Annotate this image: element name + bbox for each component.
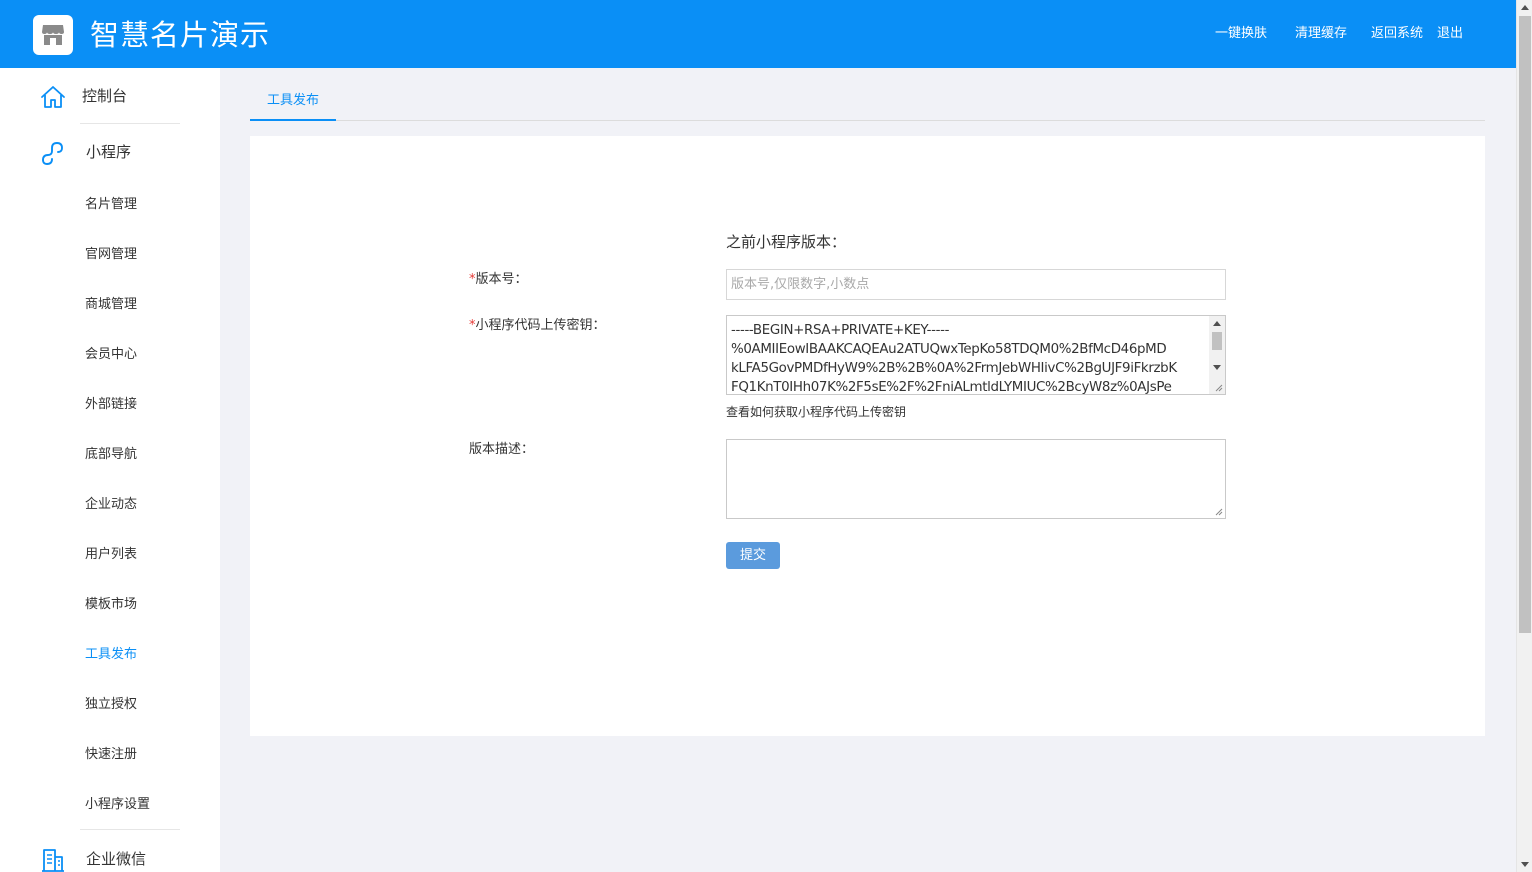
sidebar-item-bottom-nav[interactable]: 底部导航 xyxy=(85,446,137,464)
upload-key-label: *小程序代码上传密钥： xyxy=(469,318,606,333)
sidebar-item-member-center[interactable]: 会员中心 xyxy=(85,346,137,364)
sidebar-item-console[interactable]: 控制台 xyxy=(0,76,220,116)
page-scrollbar[interactable] xyxy=(1516,0,1532,872)
return-system-link[interactable]: 返回系统 xyxy=(1371,25,1423,43)
top-header: 智慧名片演示 一键换肤 清理缓存 返回系统 退出 xyxy=(0,0,1516,68)
app-title: 智慧名片演示 xyxy=(90,18,271,52)
store-icon xyxy=(42,25,64,45)
home-icon xyxy=(41,86,65,108)
sidebar-item-label: 控制台 xyxy=(82,87,128,105)
scrollbar-thumb[interactable] xyxy=(1519,16,1531,633)
scroll-up-arrow[interactable] xyxy=(1213,321,1221,326)
sidebar-item-quick-register[interactable]: 快速注册 xyxy=(85,746,137,764)
upload-key-value: -----BEGIN+RSA+PRIVATE+KEY----- %0AMIIEo… xyxy=(731,323,1177,395)
resize-grip-icon[interactable] xyxy=(1214,383,1223,392)
sidebar-item-external-links[interactable]: 外部链接 xyxy=(85,396,137,414)
description-textarea[interactable] xyxy=(726,439,1226,519)
scroll-down-arrow[interactable] xyxy=(1213,365,1221,370)
upload-key-textarea[interactable]: -----BEGIN+RSA+PRIVATE+KEY----- %0AMIIEo… xyxy=(726,315,1226,395)
sidebar-item-tool-publish[interactable]: 工具发布 xyxy=(85,646,137,664)
sidebar-item-user-list[interactable]: 用户列表 xyxy=(85,546,137,564)
sidebar-item-mini-program[interactable]: 小程序 xyxy=(0,132,220,172)
sidebar-item-label: 企业微信 xyxy=(86,850,147,868)
scroll-down-arrow[interactable] xyxy=(1521,862,1529,867)
sidebar: 控制台 小程序 名片管理 官网管理 商城管理 会员中心 外部链接 底部导航 企业… xyxy=(0,68,220,872)
sidebar-item-independent-auth[interactable]: 独立授权 xyxy=(85,696,137,714)
sidebar-divider xyxy=(80,829,180,830)
logout-link[interactable]: 退出 xyxy=(1437,25,1463,43)
version-label: *版本号： xyxy=(469,272,528,287)
scroll-up-arrow[interactable] xyxy=(1521,5,1529,10)
skin-switch-link[interactable]: 一键换肤 xyxy=(1215,25,1267,43)
building-icon xyxy=(42,849,64,872)
tab-tool-publish[interactable]: 工具发布 xyxy=(250,83,336,121)
upload-key-help-link[interactable]: 查看如何获取小程序代码上传密钥 xyxy=(726,404,906,420)
sidebar-item-card-management[interactable]: 名片管理 xyxy=(85,196,137,214)
description-label: 版本描述： xyxy=(469,442,535,457)
sidebar-item-website-management[interactable]: 官网管理 xyxy=(85,246,137,264)
sidebar-divider xyxy=(80,123,180,124)
version-input[interactable] xyxy=(726,269,1226,300)
clear-cache-link[interactable]: 清理缓存 xyxy=(1295,25,1347,43)
scrollbar-thumb[interactable] xyxy=(1212,332,1222,350)
resize-grip-icon[interactable] xyxy=(1214,507,1223,516)
submit-button[interactable]: 提交 xyxy=(726,542,780,569)
sidebar-item-company-news[interactable]: 企业动态 xyxy=(85,496,137,514)
logo xyxy=(33,15,73,55)
sidebar-item-shop-management[interactable]: 商城管理 xyxy=(85,296,137,314)
publish-form-card: 之前小程序版本： *版本号： *小程序代码上传密钥： -----BEGIN+RS… xyxy=(250,136,1485,736)
sidebar-item-mini-program-settings[interactable]: 小程序设置 xyxy=(85,796,150,814)
sidebar-item-template-market[interactable]: 模板市场 xyxy=(85,596,137,614)
sidebar-item-label: 小程序 xyxy=(86,143,132,161)
previous-version-label: 之前小程序版本： xyxy=(726,233,847,251)
sidebar-item-enterprise-wechat[interactable]: 企业微信 xyxy=(0,839,220,872)
link-icon xyxy=(42,142,63,165)
tab-bar: 工具发布 xyxy=(250,83,1485,121)
